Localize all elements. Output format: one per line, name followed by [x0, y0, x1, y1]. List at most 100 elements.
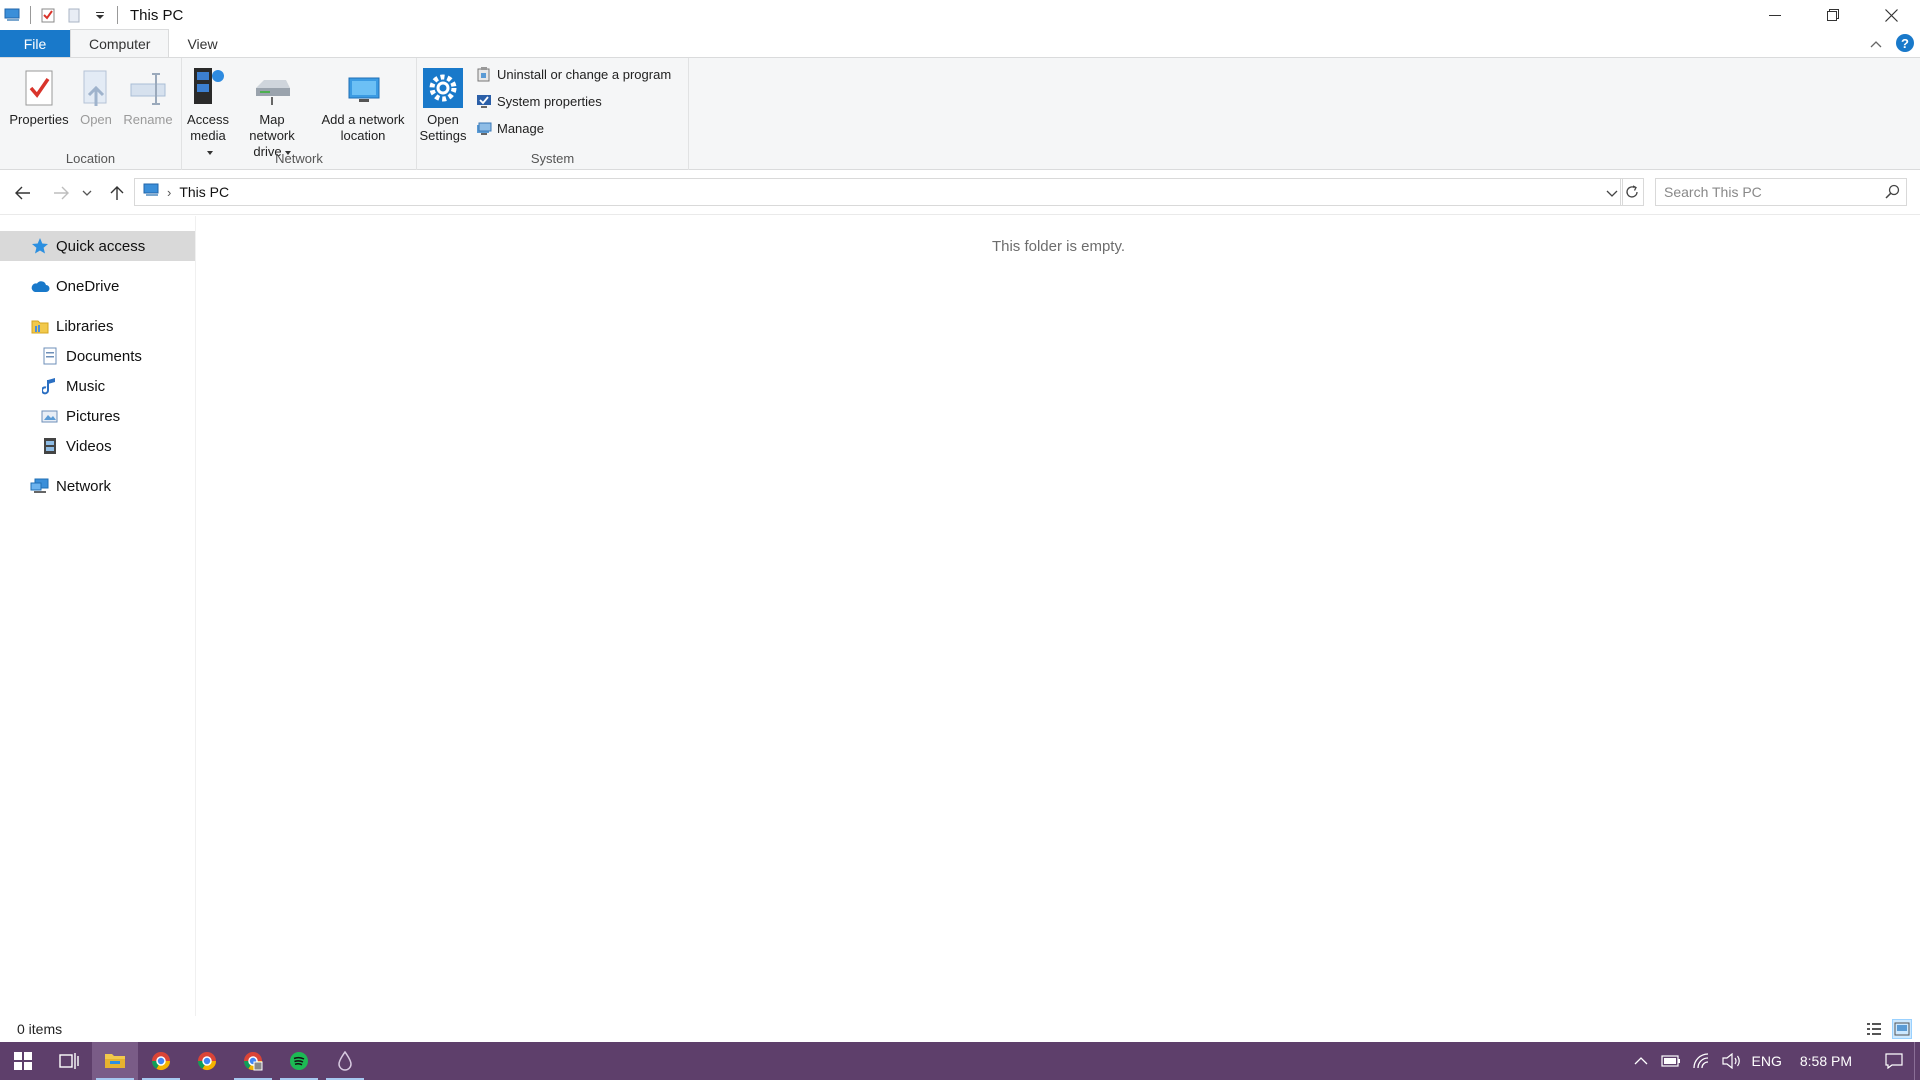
- tab-file[interactable]: File: [0, 30, 70, 57]
- address-bar[interactable]: › This PC: [134, 178, 1623, 206]
- file-explorer-taskbar-icon[interactable]: [92, 1042, 138, 1080]
- properties-button[interactable]: Properties: [8, 62, 70, 128]
- cloud-icon: [30, 276, 50, 296]
- network-group: Access media Map network drive Add a net…: [182, 58, 417, 170]
- restore-button[interactable]: [1804, 0, 1862, 30]
- system-properties-icon: [475, 92, 493, 110]
- rename-icon: [126, 62, 170, 108]
- minimize-button[interactable]: [1746, 0, 1804, 30]
- search-box[interactable]: [1655, 178, 1907, 206]
- breadcrumb-chevron-icon[interactable]: ›: [167, 185, 171, 200]
- droplet-app-taskbar-icon[interactable]: [322, 1042, 368, 1080]
- system-group: Open Settings Uninstall or change a prog…: [417, 58, 689, 170]
- search-input[interactable]: [1664, 184, 1874, 200]
- details-view-button[interactable]: [1864, 1019, 1884, 1039]
- battery-icon[interactable]: [1656, 1042, 1686, 1080]
- recent-locations-button[interactable]: [79, 181, 95, 205]
- chrome-app-taskbar-icon[interactable]: [230, 1042, 276, 1080]
- close-button[interactable]: [1862, 0, 1920, 30]
- status-bar: 0 items: [0, 1016, 1920, 1042]
- refresh-button[interactable]: [1620, 178, 1644, 206]
- spotify-taskbar-icon[interactable]: [276, 1042, 322, 1080]
- properties-icon: [17, 62, 61, 108]
- title-bar: This PC: [0, 0, 1920, 30]
- chrome-profile-taskbar-icon[interactable]: [184, 1042, 230, 1080]
- pictures-icon: [40, 406, 60, 426]
- title-separator: [117, 6, 118, 24]
- music-icon: [40, 376, 60, 396]
- navigation-pane: Quick access OneDrive Libraries Document…: [0, 216, 196, 1016]
- file-list-view[interactable]: This folder is empty.: [197, 216, 1920, 1016]
- add-network-location-button[interactable]: Add a network location: [318, 62, 408, 144]
- new-folder-qat-icon[interactable]: [65, 6, 83, 24]
- tab-view[interactable]: View: [169, 30, 235, 57]
- task-view-button[interactable]: [46, 1042, 92, 1080]
- this-pc-icon[interactable]: [4, 6, 22, 24]
- up-button[interactable]: [104, 181, 130, 205]
- system-tray: ENG 8:58 PM: [1626, 1042, 1920, 1080]
- customize-qat-icon[interactable]: [91, 6, 109, 24]
- volume-icon[interactable]: [1716, 1042, 1746, 1080]
- start-button[interactable]: [0, 1042, 46, 1080]
- wifi-icon[interactable]: [1686, 1042, 1716, 1080]
- nav-network[interactable]: Network: [0, 471, 195, 501]
- network-drive-icon: [250, 62, 294, 108]
- tab-computer[interactable]: Computer: [70, 29, 170, 57]
- ribbon: Properties Open Rename Location Access m…: [0, 58, 1920, 170]
- nav-videos[interactable]: Videos: [0, 431, 195, 461]
- media-icon: [186, 62, 230, 108]
- item-count: 0 items: [17, 1021, 63, 1037]
- input-language[interactable]: ENG: [1752, 1053, 1782, 1069]
- forward-button[interactable]: [48, 181, 74, 205]
- uninstall-program-button[interactable]: Uninstall or change a program: [475, 63, 671, 85]
- chrome-taskbar-icon[interactable]: [138, 1042, 184, 1080]
- nav-pictures[interactable]: Pictures: [0, 401, 195, 431]
- minimize-ribbon-icon[interactable]: [1870, 35, 1882, 52]
- clock[interactable]: 8:58 PM: [1800, 1053, 1852, 1069]
- library-folder-icon: [30, 316, 50, 336]
- rename-button[interactable]: Rename: [122, 62, 174, 128]
- star-icon: [30, 236, 50, 256]
- this-pc-address-icon: [143, 182, 161, 202]
- nav-libraries[interactable]: Libraries: [0, 311, 195, 341]
- open-button[interactable]: Open: [76, 62, 116, 128]
- location-group: Properties Open Rename Location: [0, 58, 182, 170]
- properties-qat-icon[interactable]: [39, 6, 57, 24]
- navigation-bar: › This PC: [0, 171, 1920, 215]
- empty-folder-message: This folder is empty.: [991, 238, 1126, 255]
- settings-gear-icon: [421, 62, 465, 108]
- system-properties-button[interactable]: System properties: [475, 90, 602, 112]
- network-group-label: Network: [275, 151, 323, 166]
- help-icon[interactable]: ?: [1896, 34, 1914, 52]
- large-icons-view-button[interactable]: [1892, 1019, 1912, 1039]
- window-controls: [1746, 0, 1920, 30]
- back-button[interactable]: [10, 181, 36, 205]
- address-dropdown-icon[interactable]: [1606, 185, 1618, 202]
- access-media-button[interactable]: Access media: [186, 62, 230, 160]
- show-hidden-icons-chevron-icon[interactable]: [1626, 1042, 1656, 1080]
- nav-quick-access[interactable]: Quick access: [0, 231, 195, 261]
- open-settings-button[interactable]: Open Settings: [420, 62, 467, 144]
- quick-access-toolbar: This PC: [0, 0, 183, 30]
- system-group-label: System: [530, 151, 575, 166]
- nav-documents[interactable]: Documents: [0, 341, 195, 371]
- uninstall-icon: [475, 65, 493, 83]
- nav-music[interactable]: Music: [0, 371, 195, 401]
- manage-icon: [475, 119, 493, 137]
- open-icon: [74, 62, 118, 108]
- show-desktop-button[interactable]: [1914, 1042, 1920, 1080]
- map-network-drive-button[interactable]: Map network drive: [236, 62, 308, 160]
- documents-icon: [40, 346, 60, 366]
- ribbon-tabs: File Computer View ?: [0, 29, 1920, 58]
- network-icon: [30, 476, 50, 496]
- search-icon[interactable]: [1885, 184, 1900, 203]
- network-location-icon: [341, 62, 385, 108]
- manage-button[interactable]: Manage: [475, 117, 544, 139]
- breadcrumb-this-pc[interactable]: This PC: [179, 184, 229, 200]
- nav-onedrive[interactable]: OneDrive: [0, 271, 195, 301]
- window-title: This PC: [130, 6, 184, 24]
- videos-icon: [40, 436, 60, 456]
- taskbar: ENG 8:58 PM: [0, 1042, 1920, 1080]
- action-center-icon[interactable]: [1874, 1042, 1914, 1080]
- location-group-label: Location: [65, 151, 116, 166]
